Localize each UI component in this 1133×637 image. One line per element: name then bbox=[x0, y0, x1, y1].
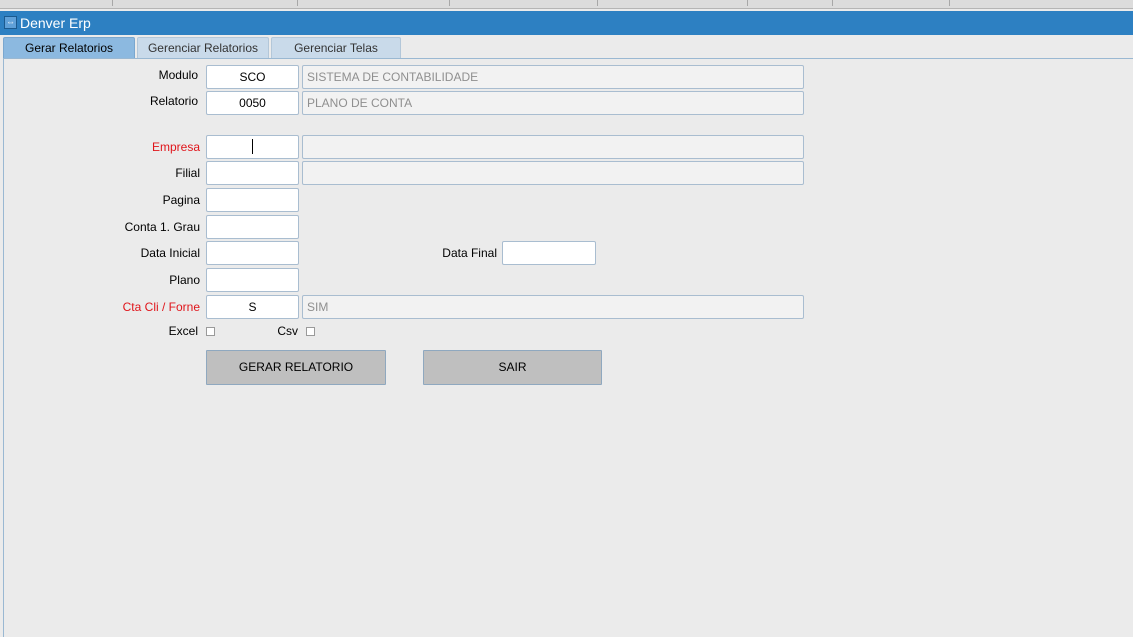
conta-grau-label: Conta 1. Grau bbox=[124, 220, 200, 234]
pagina-input[interactable] bbox=[206, 188, 299, 212]
window-title: Denver Erp bbox=[20, 15, 91, 31]
toolbar-divider bbox=[747, 0, 748, 6]
window-restore-icon[interactable]: ⇔ bbox=[4, 16, 17, 29]
cta-cli-forne-label: Cta Cli / Forne bbox=[122, 300, 200, 314]
window-titlebar: ⇔ Denver Erp bbox=[0, 11, 1133, 35]
tab-bar: Gerar Relatorios Gerenciar Relatorios Ge… bbox=[0, 35, 1133, 59]
modulo-label: Modulo bbox=[158, 68, 198, 82]
toolbar-divider bbox=[949, 0, 950, 6]
filial-label: Filial bbox=[175, 166, 200, 180]
data-final-label: Data Final bbox=[442, 246, 497, 260]
csv-checkbox[interactable] bbox=[306, 327, 315, 336]
plano-input[interactable] bbox=[206, 268, 299, 292]
relatorio-label: Relatorio bbox=[149, 94, 198, 108]
empresa-label: Empresa bbox=[151, 140, 200, 154]
toolbar-divider bbox=[297, 0, 298, 6]
toolbar-divider bbox=[597, 0, 598, 6]
csv-label: Csv bbox=[277, 324, 298, 338]
top-toolbar-strip bbox=[0, 0, 1133, 9]
text-cursor bbox=[252, 139, 253, 154]
cta-cli-forne-description-field bbox=[302, 295, 804, 319]
gerar-relatorio-button[interactable]: GERAR RELATORIO bbox=[206, 350, 386, 385]
cta-cli-forne-code-input[interactable] bbox=[206, 295, 299, 319]
data-inicial-label: Data Inicial bbox=[140, 246, 200, 260]
tab-gerar-relatorios[interactable]: Gerar Relatorios bbox=[3, 37, 135, 59]
modulo-code-input[interactable] bbox=[206, 65, 299, 89]
data-final-input[interactable] bbox=[502, 241, 596, 265]
modulo-description-field bbox=[302, 65, 804, 89]
tab-gerenciar-relatorios[interactable]: Gerenciar Relatorios bbox=[137, 37, 269, 59]
sair-button[interactable]: SAIR bbox=[423, 350, 602, 385]
filial-code-input[interactable] bbox=[206, 161, 299, 185]
toolbar-divider bbox=[112, 0, 113, 6]
toolbar-divider bbox=[832, 0, 833, 6]
conta-grau-input[interactable] bbox=[206, 215, 299, 239]
plano-label: Plano bbox=[169, 273, 200, 287]
filial-description-field bbox=[302, 161, 804, 185]
empresa-description-field bbox=[302, 135, 804, 159]
tab-gerenciar-telas[interactable]: Gerenciar Telas bbox=[271, 37, 401, 59]
relatorio-code-input[interactable] bbox=[206, 91, 299, 115]
relatorio-description-field bbox=[302, 91, 804, 115]
toolbar-divider bbox=[449, 0, 450, 6]
pagina-label: Pagina bbox=[162, 193, 200, 207]
data-inicial-input[interactable] bbox=[206, 241, 299, 265]
